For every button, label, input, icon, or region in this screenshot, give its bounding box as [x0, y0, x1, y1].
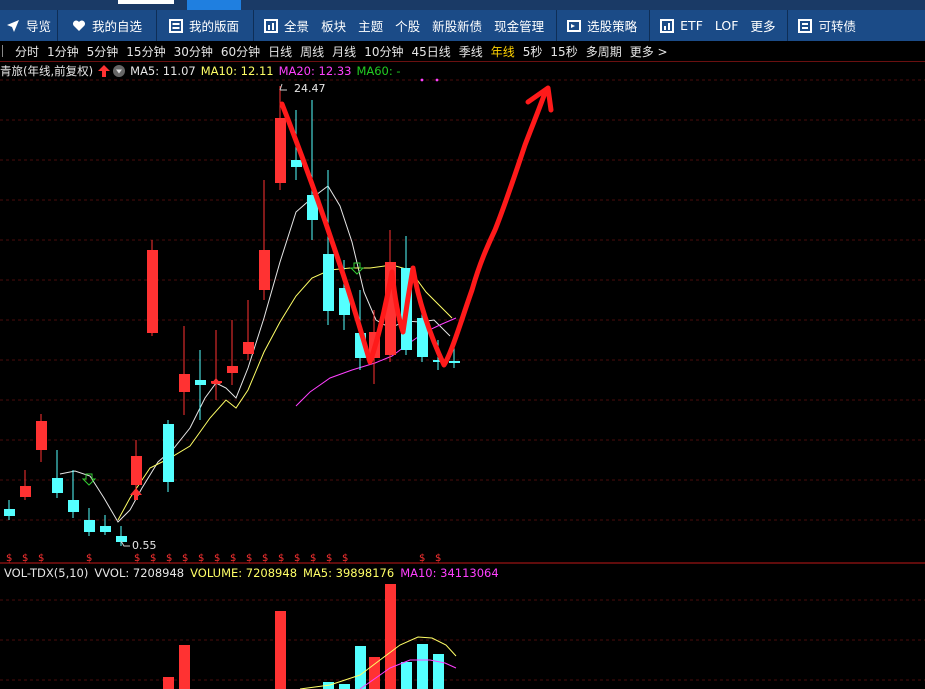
high-price-label: 24.47 — [294, 82, 326, 95]
dollar-marker: $ — [435, 553, 441, 564]
volume-bar-down — [401, 662, 412, 689]
candle-down — [100, 526, 111, 532]
handdrawn-trend-line — [279, 87, 549, 368]
dollar-marker: $ — [214, 553, 220, 564]
candle-down — [449, 361, 460, 363]
dollar-marker: $ — [198, 553, 204, 564]
dollar-marker: $ — [134, 553, 140, 564]
volume-ma10: MA10: 34113064 — [400, 566, 499, 580]
dollar-marker: $ — [150, 553, 156, 564]
dollar-marker: $ — [419, 553, 425, 564]
dollar-marker: $ — [326, 553, 332, 564]
volume-bar-down — [339, 684, 350, 689]
candle-up — [20, 486, 31, 497]
candle-up — [275, 118, 286, 183]
candle-down — [68, 500, 79, 512]
volume-bar-down — [417, 644, 428, 689]
dollar-marker: $ — [22, 553, 28, 564]
dollar-marker: $ — [38, 553, 44, 564]
candle-down — [52, 478, 63, 493]
kline-chart[interactable]: $ $ $ $ $ $ $ $ $ $ $ $ $ $ $ $ $ $ $ $ 24.47 0.55 — [0, 0, 925, 689]
volume-bar-down — [433, 654, 444, 689]
candle-down — [291, 160, 302, 167]
volume-bar-down — [355, 646, 366, 689]
candle-down — [163, 424, 174, 482]
candle-down — [84, 520, 95, 532]
candle-up — [259, 250, 270, 290]
dollar-marker: $ — [310, 553, 316, 564]
moving-averages — [59, 185, 457, 523]
dollar-marker: $ — [166, 553, 172, 564]
low-price-label: 0.55 — [132, 539, 157, 552]
volume-ma5: MA5: 39898176 — [303, 566, 395, 580]
candle-up — [243, 342, 254, 354]
volume-value: VOLUME: 7208948 — [190, 566, 298, 580]
signal-markers: $ $ $ $ $ $ $ $ $ $ $ $ $ $ $ $ $ $ $ $ — [6, 262, 441, 564]
dollar-marker: $ — [230, 553, 236, 564]
volume-bar-up — [163, 677, 174, 689]
candle-down — [4, 509, 15, 516]
volume-legend: VOL-TDX(5,10) VVOL: 7208948 VOLUME: 7208… — [4, 566, 505, 580]
volume-bar-up — [275, 611, 286, 689]
dollar-marker: $ — [342, 553, 348, 564]
dollar-marker: $ — [294, 553, 300, 564]
candle-up — [179, 374, 190, 392]
candlesticks — [4, 86, 460, 546]
dollar-marker: $ — [278, 553, 284, 564]
candle-down — [195, 380, 206, 385]
up-arrow-signal-icon — [130, 488, 142, 500]
marker-dot — [435, 78, 439, 82]
volume-bar-up — [385, 584, 396, 689]
dollar-marker: $ — [86, 553, 92, 564]
high-pointer — [279, 83, 287, 91]
volume-indicator-name: VOL-TDX(5,10) — [4, 566, 89, 580]
candle-up — [36, 421, 47, 450]
marker-dot — [420, 78, 424, 82]
candle-up — [147, 250, 158, 333]
dollar-marker: $ — [262, 553, 268, 564]
dollar-marker: $ — [246, 553, 252, 564]
dollar-marker: $ — [182, 553, 188, 564]
volume-bar-up — [179, 645, 190, 689]
dollar-marker: $ — [6, 553, 12, 564]
candle-up — [227, 366, 238, 373]
candle-up — [131, 456, 142, 485]
grid-lines — [0, 79, 925, 681]
candle-down — [323, 254, 334, 311]
vvol-value: VVOL: 7208948 — [94, 566, 185, 580]
